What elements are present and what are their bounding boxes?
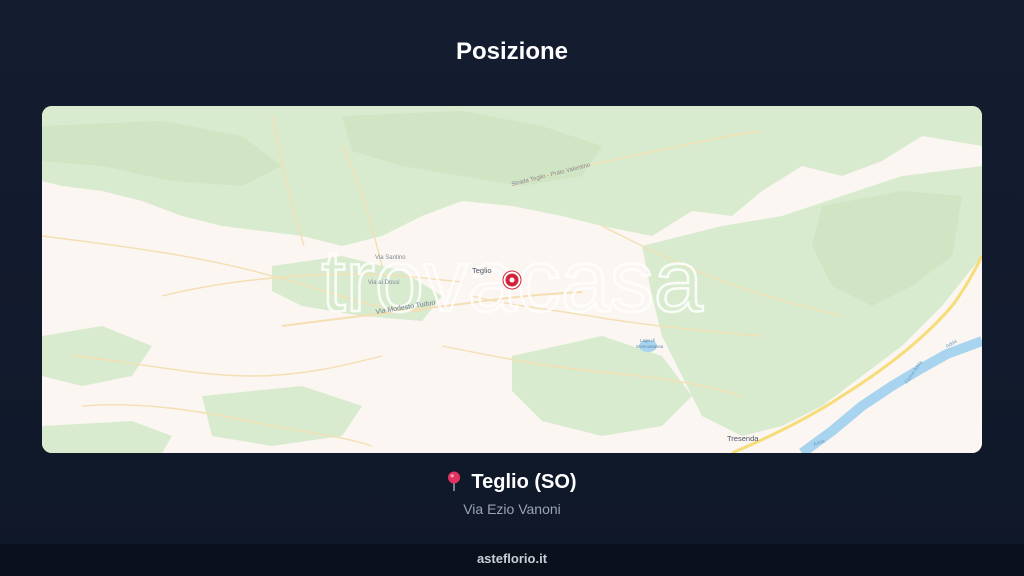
location-title-row: Teglio (SO) [0, 471, 1024, 497]
town-label: Teglio [472, 266, 492, 275]
map-view[interactable]: trovacasa Strada Teglio - Prato Valentin… [42, 106, 982, 453]
map-canvas[interactable]: trovacasa Strada Teglio - Prato Valentin… [42, 106, 982, 453]
footer-site: asteflorio.it [476, 551, 548, 566]
place-label-tresenda: Tresenda [727, 434, 759, 443]
road-label-via-dossi: Via ai Dossi [368, 280, 400, 286]
page-title: Posizione [455, 38, 569, 65]
location-city: Teglio (SO) [471, 471, 577, 493]
lake-label-2: Sommasassa [636, 344, 664, 349]
map-pin-icon[interactable] [502, 270, 522, 290]
footer: asteflorio.it [0, 544, 1024, 576]
road-label-via-santino: Via Santino [375, 255, 406, 261]
lake-label-1: Lago di [640, 338, 655, 343]
map-pin-icon [447, 471, 461, 497]
location-address: Via Ezio Vanoni [463, 501, 561, 517]
